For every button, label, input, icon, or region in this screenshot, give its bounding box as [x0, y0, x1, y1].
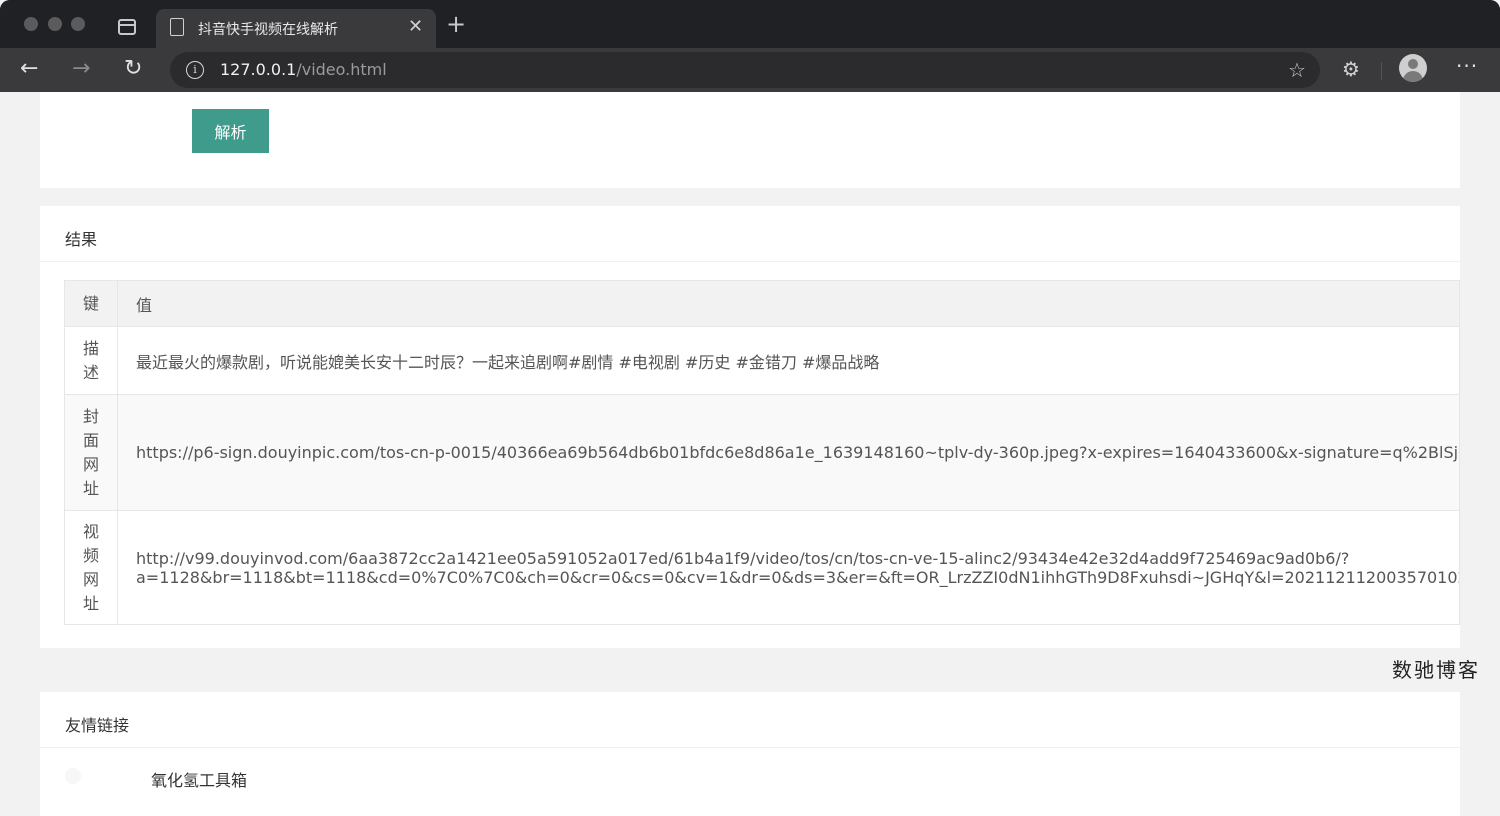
- profile-avatar[interactable]: [1399, 54, 1427, 82]
- list-item: 氧化氢工具箱: [40, 748, 1460, 808]
- table-row: 视频网址 http://v99.douyinvod.com/6aa3872cc2…: [64, 510, 1460, 625]
- url-host: 127.0.0.1: [220, 60, 297, 79]
- url-text[interactable]: 127.0.0.1/video.html: [220, 60, 387, 79]
- new-tab-icon[interactable]: +: [446, 12, 466, 36]
- row-key: 描述: [64, 326, 118, 395]
- minimize-window-button[interactable]: [48, 17, 62, 31]
- reload-icon[interactable]: ↻: [124, 56, 142, 82]
- video-url-line-2[interactable]: a=1128&br=1118&bt=1118&cd=0%7C0%7C0&ch=0…: [136, 568, 1459, 587]
- result-header: 结果: [40, 206, 1460, 262]
- info-icon[interactable]: i: [186, 61, 204, 79]
- key-column-header: 键: [64, 280, 118, 327]
- parse-button[interactable]: 解析: [192, 109, 269, 153]
- watermark: 数驰博客: [1392, 658, 1480, 682]
- row-value[interactable]: 最近最火的爆款剧，听说能媲美长安十二时辰？一起来追剧啊#剧情 #电视剧 #历史 …: [117, 326, 1460, 395]
- add-favorite-icon[interactable]: ☆: [1288, 58, 1306, 82]
- close-window-button[interactable]: [24, 17, 38, 31]
- result-table: 键 值 描述 最近最火的爆款剧，听说能媲美长安十二时辰？一起来追剧啊#剧情 #电…: [64, 280, 1460, 625]
- address-bar[interactable]: i 127.0.0.1/video.html: [170, 52, 1320, 88]
- result-title: 结果: [65, 230, 98, 249]
- tab-actions-icon[interactable]: [118, 19, 136, 35]
- extensions-icon[interactable]: ⚙: [1342, 57, 1360, 81]
- close-tab-icon[interactable]: ✕: [408, 16, 423, 37]
- links-header: 友情链接: [40, 692, 1460, 748]
- result-card: 结果 键 值 描述 最近最火的爆款剧，听说能媲美长安十二时辰？一起来追剧啊#剧情…: [40, 206, 1460, 648]
- video-url-line-1[interactable]: http://v99.douyinvod.com/6aa3872cc2a1421…: [136, 549, 1459, 568]
- tab-title: 抖音快手视频在线解析: [198, 22, 338, 38]
- toolbar-divider: [1381, 62, 1382, 80]
- links-title: 友情链接: [65, 716, 130, 735]
- tab-bar: 抖音快手视频在线解析 ✕ +: [0, 0, 1500, 48]
- friend-link[interactable]: 氧化氢工具箱: [151, 767, 247, 791]
- page-content: 解析 结果 键 值 描述 最近最火的爆款剧，听说能媲美长安十二时辰？一起来追剧啊…: [0, 92, 1500, 816]
- back-icon[interactable]: ←: [20, 56, 38, 82]
- row-key: 视频网址: [64, 510, 118, 625]
- table-row: 封面网址 https://p6-sign.douyinpic.com/tos-c…: [64, 394, 1460, 511]
- row-value[interactable]: http://v99.douyinvod.com/6aa3872cc2a1421…: [117, 510, 1460, 625]
- forward-icon[interactable]: →: [72, 56, 90, 82]
- page-icon: [170, 18, 184, 36]
- value-column-header: 值: [117, 280, 1460, 327]
- parse-form-card: 解析: [40, 92, 1460, 188]
- friend-links-card: 友情链接 氧化氢工具箱: [40, 692, 1460, 816]
- more-options-icon[interactable]: ···: [1456, 54, 1478, 78]
- browser-toolbar: ← → ↻ i 127.0.0.1/video.html ☆ ⚙ ···: [0, 48, 1500, 92]
- row-value[interactable]: https://p6-sign.douyinpic.com/tos-cn-p-0…: [117, 394, 1460, 511]
- browser-chrome: 抖音快手视频在线解析 ✕ + ← → ↻ i 127.0.0.1/video.h…: [0, 0, 1500, 92]
- maximize-window-button[interactable]: [71, 17, 85, 31]
- url-path: /video.html: [296, 60, 387, 79]
- link-icon: [65, 768, 81, 784]
- row-key: 封面网址: [64, 394, 118, 511]
- active-tab[interactable]: 抖音快手视频在线解析 ✕: [156, 9, 436, 48]
- table-row: 描述 最近最火的爆款剧，听说能媲美长安十二时辰？一起来追剧啊#剧情 #电视剧 #…: [64, 326, 1460, 395]
